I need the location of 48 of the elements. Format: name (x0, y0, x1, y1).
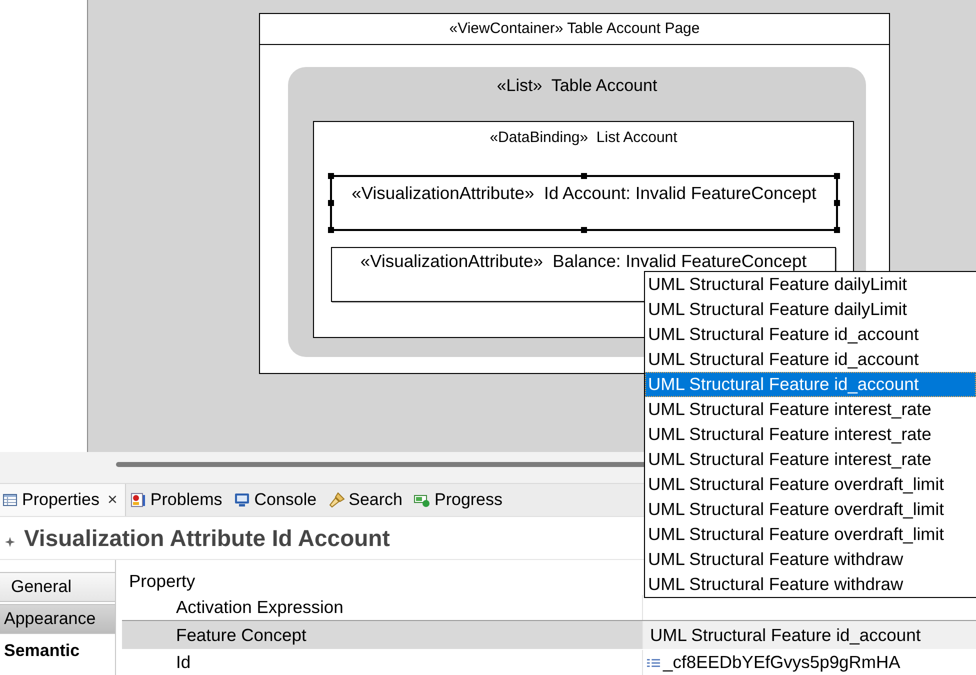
monitor-icon (234, 492, 250, 508)
sparkle-icon (5, 537, 15, 547)
panel-tab[interactable]: Problems (126, 484, 230, 516)
dropdown-option[interactable]: UML Structural Feature interest_rate (645, 447, 976, 472)
resize-handle[interactable] (834, 200, 840, 206)
resize-handle[interactable] (581, 173, 587, 179)
dropdown-option[interactable]: UML Structural Feature overdraft_limit (645, 472, 976, 497)
dropdown-option[interactable]: UML Structural Feature dailyLimit (645, 272, 976, 297)
property-name: Id (175, 651, 192, 674)
resize-handle[interactable] (328, 227, 334, 233)
dropdown-option[interactable]: UML Structural Feature overdraft_limit (645, 522, 976, 547)
flashlight-icon (328, 492, 345, 508)
progress-bar-icon (414, 492, 430, 508)
panel-title: Visualization Attribute Id Account (24, 525, 390, 551)
panel-tab[interactable]: Properties × (0, 484, 126, 516)
resize-handle[interactable] (581, 227, 587, 233)
dropdown-option[interactable]: UML Structural Feature withdraw (645, 572, 976, 597)
dropdown-option[interactable]: UML Structural Feature interest_rate (645, 422, 976, 447)
attribute-label: «VisualizationAttribute» Balance: Invalid FeatureConcept (360, 252, 807, 270)
attribute-label: «VisualizationAttribute» Id Account: Invalid FeatureConcept (352, 184, 816, 202)
node-title: «DataBinding» List Account (490, 129, 678, 147)
list-icon (647, 658, 660, 668)
dropdown-option[interactable]: UML Structural Feature id_account (645, 347, 976, 372)
dropdown-option[interactable]: UML Structural Feature overdraft_limit (645, 497, 976, 522)
property-name: Feature Concept (122, 621, 642, 649)
dropdown-option[interactable]: UML Structural Feature withdraw (645, 547, 976, 572)
dropdown-option[interactable]: UML Structural Feature id_account (645, 372, 976, 397)
panel-tab[interactable]: Console (230, 484, 325, 516)
combo-field[interactable]: UML Structural Feature id_account (642, 621, 976, 649)
dropdown-option[interactable]: UML Structural Feature interest_rate (645, 397, 976, 422)
resize-handle[interactable] (834, 173, 840, 179)
section-tab[interactable]: Appearance (0, 604, 115, 634)
resize-handle[interactable] (834, 227, 840, 233)
resize-handle[interactable] (328, 173, 334, 179)
panel-tab[interactable]: Progress (410, 484, 511, 516)
dropdown-option[interactable]: UML Structural Feature dailyLimit (645, 297, 976, 322)
column-header: Property (129, 571, 196, 591)
property-name: Activation Expression (175, 596, 344, 619)
panel-tab[interactable]: Search (324, 484, 410, 516)
section-tab[interactable]: General (0, 572, 115, 602)
node-title: «ViewContainer» Table Account Page (449, 20, 700, 38)
close-button[interactable]: × (107, 491, 118, 509)
error-card-icon (130, 492, 146, 508)
table-icon (2, 492, 18, 508)
node-title: «List» Table Account (496, 76, 658, 96)
property-value: _cf8EEDbYEfGvys5p9gRmHA (663, 652, 900, 673)
resize-handle[interactable] (328, 200, 334, 206)
dropdown-option[interactable]: UML Structural Feature id_account (645, 322, 976, 347)
